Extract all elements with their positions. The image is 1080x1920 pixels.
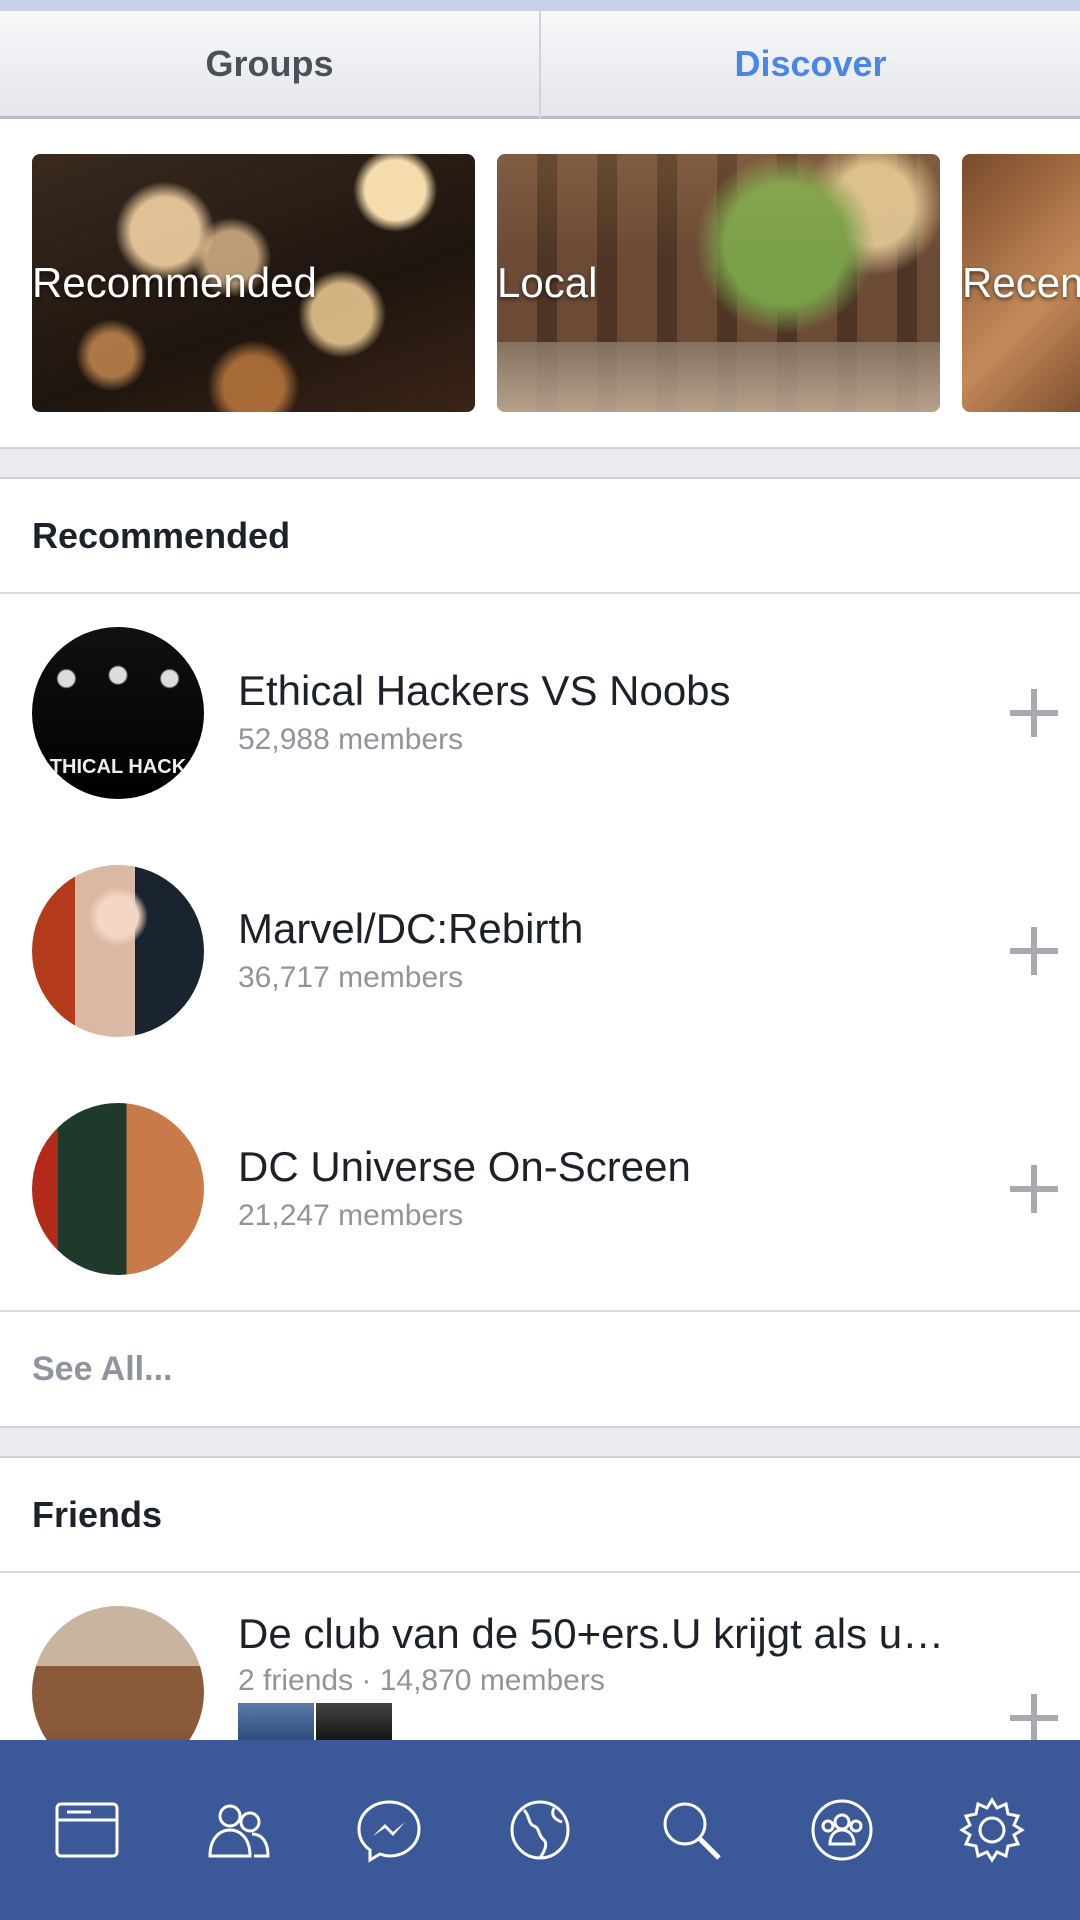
friend-avatar <box>238 1703 314 1743</box>
news-feed-icon[interactable] <box>49 1792 125 1868</box>
group-member-count: 36,717 members <box>238 961 464 994</box>
join-group-plus-icon[interactable] <box>1010 689 1058 737</box>
friends-icon[interactable] <box>200 1792 276 1868</box>
category-label: Recen <box>962 259 1080 306</box>
join-group-plus-icon[interactable] <box>1010 1165 1058 1213</box>
join-group-plus-icon[interactable] <box>1010 1694 1058 1740</box>
see-all-link[interactable]: See All... <box>0 1310 1080 1426</box>
category-card-recommended[interactable]: Recommended <box>32 154 475 412</box>
groups-icon[interactable] <box>804 1792 880 1868</box>
group-avatar <box>32 1103 204 1275</box>
group-name: Marvel/DC:Rebirth <box>238 905 584 952</box>
category-carousel[interactable]: Recommended Local Recen <box>0 122 1080 447</box>
list-item[interactable]: THICAL HACK Ethical Hackers VS Noobs 52,… <box>0 595 1080 833</box>
friend-avatar <box>316 1703 392 1743</box>
group-avatar: THICAL HACK <box>32 627 204 799</box>
category-label: Recommended <box>32 259 317 306</box>
category-card-local[interactable]: Local <box>497 154 940 412</box>
globe-icon[interactable] <box>502 1792 578 1868</box>
group-avatar <box>32 865 204 1037</box>
section-divider <box>0 1426 1080 1458</box>
section-header-friends: Friends <box>0 1458 1080 1573</box>
avatar-caption: THICAL HACK <box>49 756 187 778</box>
section-divider <box>0 447 1080 479</box>
list-item[interactable]: DC Universe On-Screen 21,247 members <box>0 1071 1080 1309</box>
search-icon[interactable] <box>653 1792 729 1868</box>
group-member-count: 21,247 members <box>238 1199 464 1232</box>
group-name: De club van de 50+ers.U krijgt als u… <box>238 1610 945 1657</box>
section-header-recommended: Recommended <box>0 479 1080 594</box>
status-strip <box>0 0 1080 11</box>
category-label: Local <box>497 259 598 306</box>
join-group-plus-icon[interactable] <box>1010 927 1058 975</box>
list-item[interactable]: Marvel/DC:Rebirth 36,717 members <box>0 833 1080 1071</box>
list-item[interactable]: De club van de 50+ers.U krijgt als u… 2 … <box>0 1574 1080 1740</box>
messenger-icon[interactable] <box>351 1792 427 1868</box>
groups-tab-bar: Groups Discover <box>0 11 1080 119</box>
tab-groups[interactable]: Groups <box>0 11 539 116</box>
group-friends-members: 2 friends · 14,870 members <box>238 1664 605 1697</box>
group-avatar <box>32 1606 204 1740</box>
category-card-recent[interactable]: Recen <box>962 154 1080 412</box>
settings-gear-icon[interactable] <box>954 1792 1030 1868</box>
friend-thumbnails <box>238 1703 392 1743</box>
bottom-tab-bar <box>0 1740 1080 1920</box>
group-member-count: 52,988 members <box>238 723 464 756</box>
tab-discover[interactable]: Discover <box>541 11 1080 116</box>
group-name: Ethical Hackers VS Noobs <box>238 667 731 714</box>
group-name: DC Universe On-Screen <box>238 1143 691 1190</box>
